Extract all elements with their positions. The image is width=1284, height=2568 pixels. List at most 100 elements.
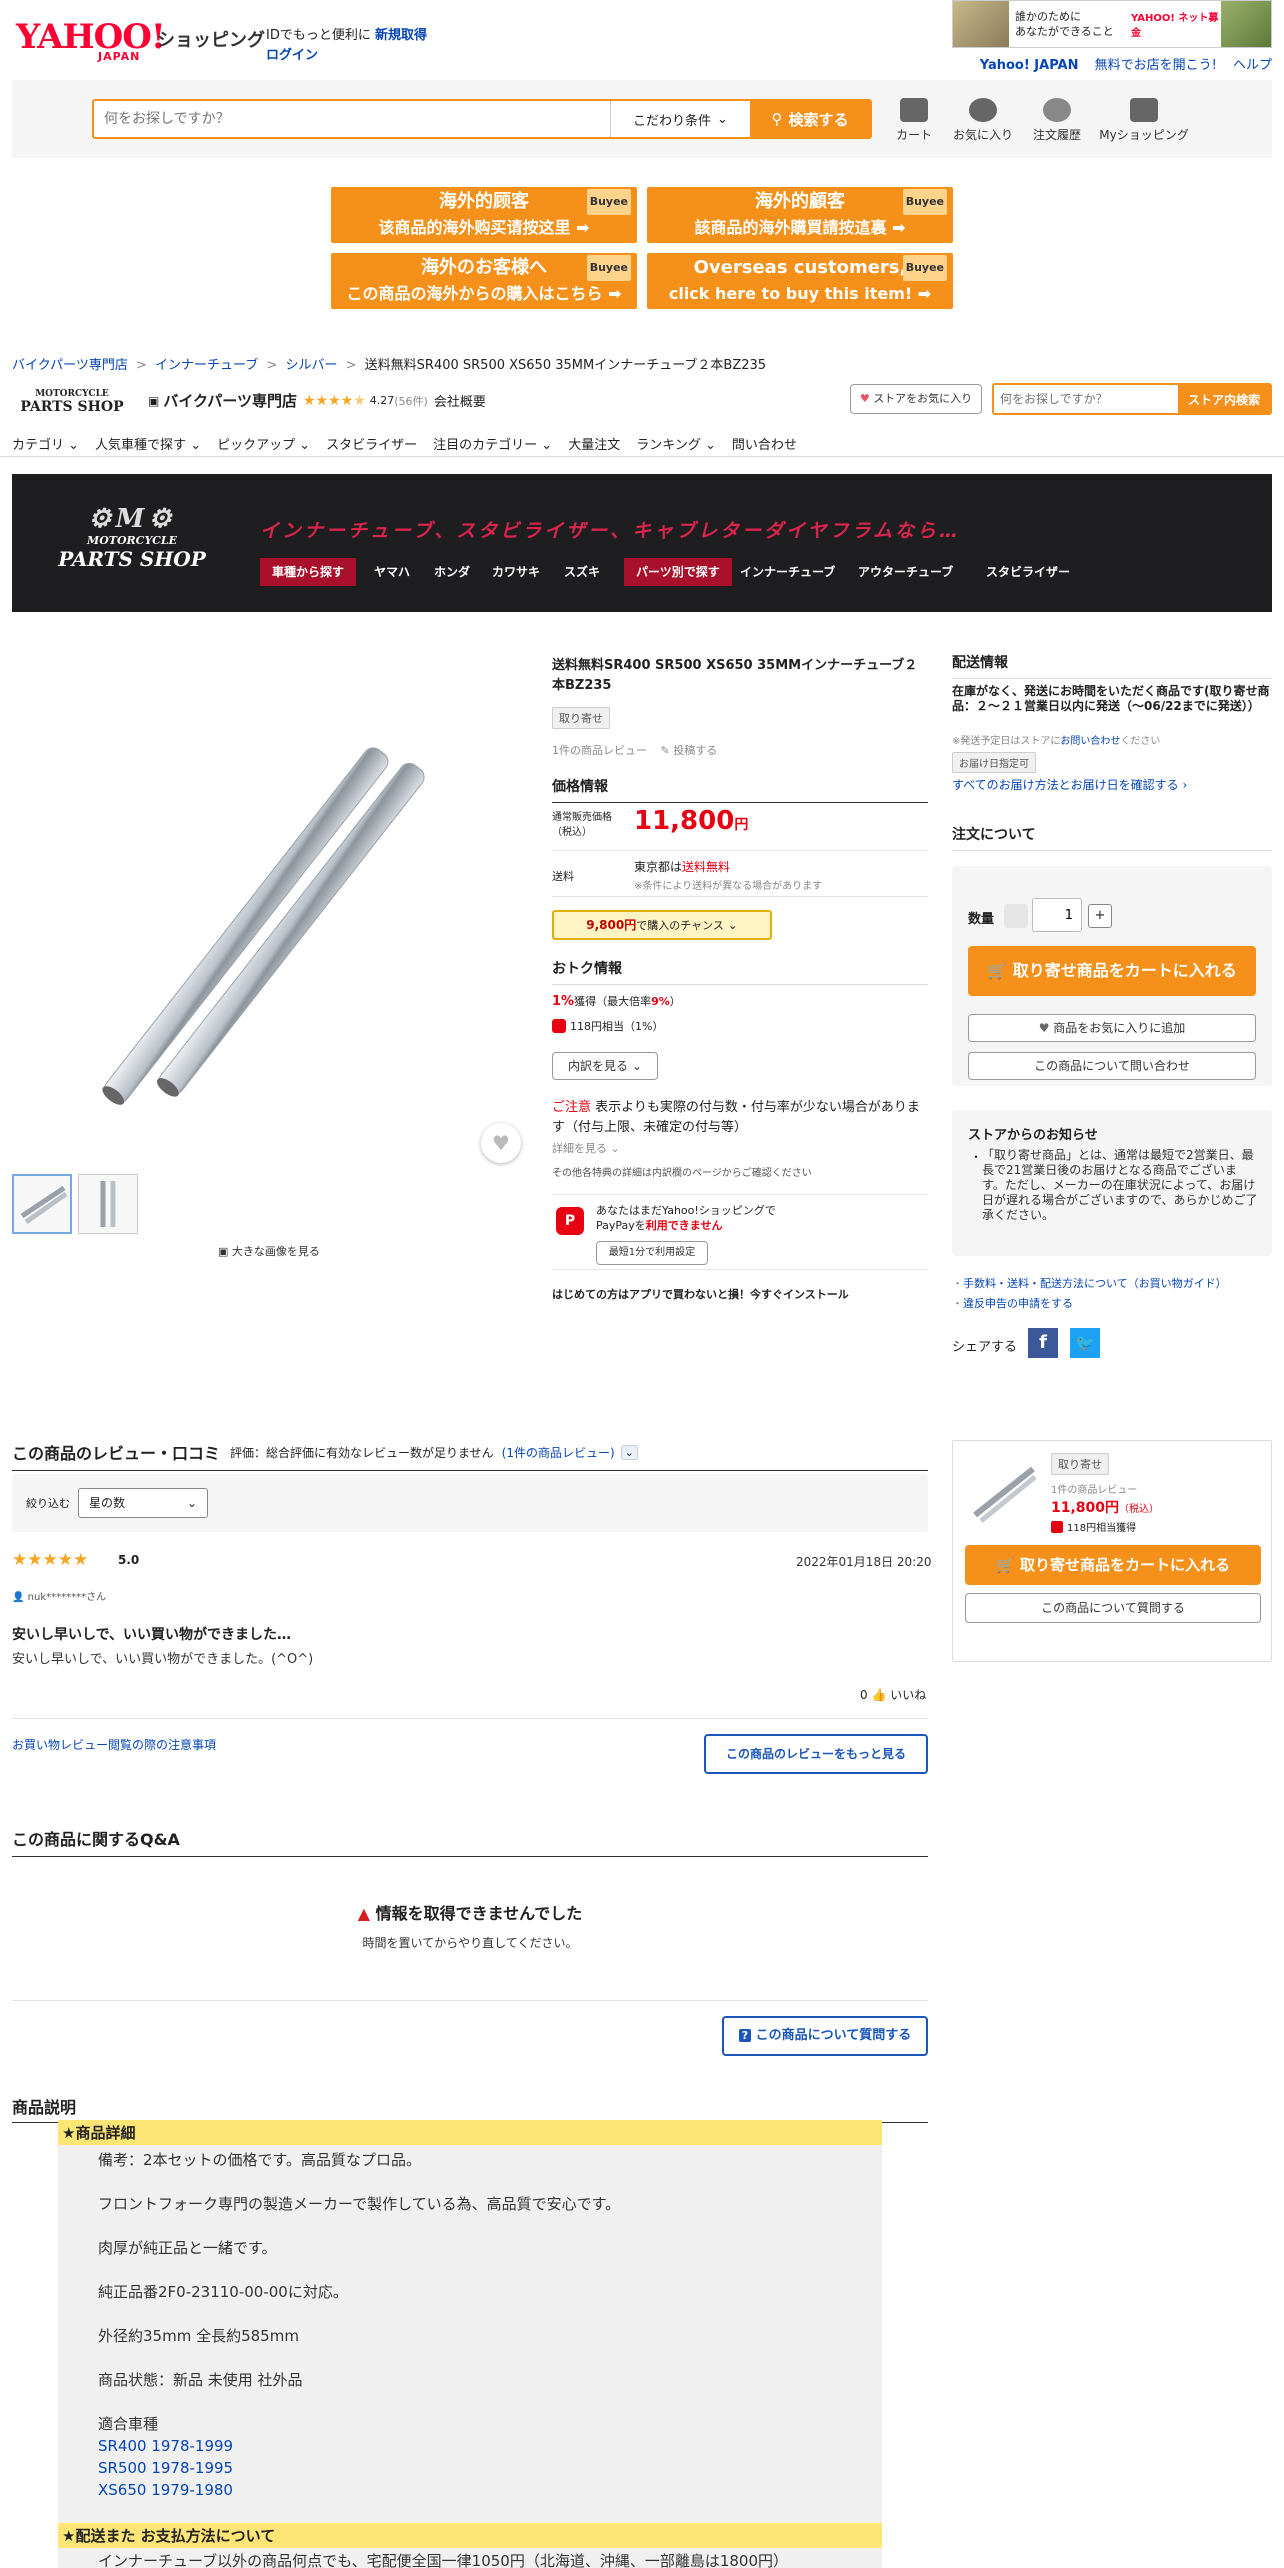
product-main-image[interactable] (12, 660, 532, 1180)
store-nav-item[interactable]: 人気車種で探す ⌄ (95, 434, 201, 453)
buyee-banner-jp[interactable]: Buyee 海外のお客様へ この商品の海外からの購入はこちら ➡ (331, 253, 637, 309)
company-overview-link[interactable]: 会社概要 (434, 391, 486, 410)
favorite-heart-button[interactable]: ♥ (481, 1123, 521, 1163)
qty-minus-button[interactable] (1004, 904, 1028, 928)
banner-tab[interactable]: スタビライザー (974, 558, 1082, 586)
description-line: 肉厚が純正品と一緒です。 (98, 2239, 277, 2257)
search-button[interactable]: ⚲ 検索する (750, 101, 870, 137)
twitter-share-button[interactable]: 🐦 (1070, 1328, 1100, 1358)
store-banner[interactable]: ⚙M⚙ MOTORCYCLE PARTS SHOP インナーチューブ、スタビライ… (12, 474, 1272, 612)
buyee-banner-en[interactable]: Buyee Overseas customers, click here to … (647, 253, 953, 309)
store-nav-item[interactable]: スタビライザー (326, 434, 417, 453)
open-store-link[interactable]: 無料でお店を開こう! (1095, 58, 1217, 73)
yahoo-japan-link[interactable]: Yahoo! JAPAN (980, 58, 1079, 73)
report-violation-link[interactable]: 違反申告の申請をする (963, 1297, 1073, 1310)
breadcrumb-item[interactable]: バイクパーツ専門店 (12, 358, 128, 373)
heart-icon: ♥ (492, 1131, 510, 1155)
order-history-button[interactable]: 注文履歴 (1020, 98, 1094, 143)
my-shopping-label: Myショッピング (1099, 128, 1189, 142)
sticky-ask-button[interactable]: この商品について質問する (965, 1593, 1261, 1623)
like-count: 0 (860, 1688, 868, 1702)
facebook-share-button[interactable]: f (1028, 1328, 1058, 1358)
detail-link[interactable]: 詳細を見る ⌄ (552, 1140, 620, 1156)
store-nav-item[interactable]: 大量注文 (568, 434, 620, 453)
chevron-down-icon[interactable]: ⌄ (620, 1444, 638, 1460)
add-to-favorites-button[interactable]: ♥ 商品をお気に入りに追加 (968, 1014, 1256, 1042)
help-link[interactable]: ヘルプ (1233, 58, 1272, 73)
breadcrumb-item[interactable]: インナーチューブ (155, 358, 258, 373)
post-review-link[interactable]: 投稿する (673, 744, 717, 757)
star-filter-select[interactable]: 星の数 ⌄ (78, 1488, 208, 1518)
buyee-banner-cn-simplified[interactable]: Buyee 海外的顾客 该商品的海外购买请按这里 ➡ (331, 187, 637, 243)
store-nav-item[interactable]: ピックアップ ⌄ (217, 434, 310, 453)
thumbnail-2[interactable] (78, 1174, 138, 1234)
chance-badge[interactable]: 9,800円で購入のチャンス ⌄ (552, 910, 772, 940)
signup-link[interactable]: 新規取得 (375, 28, 427, 43)
breadcrumb-item[interactable]: シルバー (285, 358, 337, 373)
my-shopping-button[interactable]: Myショッピング (1094, 98, 1194, 143)
model-link[interactable]: XS650 1979-1980 (98, 2479, 882, 2501)
more-reviews-button[interactable]: この商品のレビューをもっと見る (704, 1734, 928, 1774)
model-link[interactable]: SR500 1978-1995 (98, 2457, 882, 2479)
model-link[interactable]: SR400 1978-1999 (98, 2435, 882, 2457)
app-promo[interactable]: はじめての方はアプリで買わないと損！今すぐインストール (552, 1286, 849, 1302)
store-name[interactable]: バイクパーツ専門店 (163, 390, 297, 411)
banner-tab[interactable]: インナーチューブ (728, 558, 847, 586)
store-search-input[interactable] (994, 385, 1178, 413)
breadcrumb: バイクパーツ専門店 > インナーチューブ > シルバー > 送料無料SR400 … (12, 354, 766, 373)
paypay-setup-button[interactable]: 最短1分で利用設定 (596, 1241, 708, 1265)
store-nav-item[interactable]: ランキング ⌄ (636, 434, 716, 453)
qty-label: 数量 (968, 912, 995, 927)
yahoo-logo[interactable]: YAHOO! JAPAN (16, 20, 166, 64)
charity-ad-banner[interactable]: 誰かのために あなたができること YAHOO! ネット募金 (952, 0, 1272, 48)
ask-question-button[interactable]: ? この商品について質問する (722, 2016, 928, 2056)
buyee-banner-cn-traditional[interactable]: Buyee 海外的顧客 該商品的海外購買請按這裏 ➡ (647, 187, 953, 243)
add-to-cart-button[interactable]: 🛒 取り寄せ商品をカートに入れる (968, 946, 1256, 996)
breadcrumb-separator: > (266, 358, 278, 373)
chance-text: で購入のチャンス (636, 919, 724, 932)
ad-brand: YAHOO! ネット募金 (1131, 13, 1219, 39)
review-notice-link[interactable]: お買い物レビュー閲覧の際の注意事項 (12, 1736, 216, 1753)
store-icon: ▣ (148, 393, 160, 408)
buyee-tag: Buyee (902, 255, 947, 281)
favorites-button[interactable]: お気に入り (946, 98, 1020, 143)
store-favorite-button[interactable]: ♥ ストアをお気に入り (850, 384, 982, 414)
breadcrumb-separator: > (135, 358, 147, 373)
zoom-link[interactable]: ▣ 大きな画像を見る (218, 1243, 320, 1259)
store-nav-item[interactable]: カテゴリ ⌄ (12, 434, 79, 453)
breakdown-button[interactable]: 内訳を見る ⌄ (552, 1052, 658, 1080)
delivery-methods-link[interactable]: すべてのお届け方法とお届け日を確認する › (952, 776, 1187, 793)
store-rating-count: (56件) (394, 394, 428, 408)
deals-title: おトク情報 (552, 958, 928, 985)
sticky-add-to-cart-button[interactable]: 🛒 取り寄せ商品をカートに入れる (965, 1545, 1261, 1585)
store-logo[interactable]: MOTORCYCLE PARTS SHOP (12, 388, 132, 418)
paypay-logo-icon: P (556, 1207, 584, 1235)
product-inquiry-button[interactable]: この商品について問い合わせ (968, 1052, 1256, 1080)
banner-tab[interactable]: アウターチューブ (846, 558, 965, 586)
review-count-link[interactable]: 1件の商品レビュー (552, 744, 647, 757)
filter-dropdown[interactable]: こだわり条件 ⌄ (610, 101, 750, 137)
qty-plus-button[interactable]: + (1088, 904, 1112, 928)
cart-button[interactable]: カート (882, 98, 946, 143)
delivery-inquiry-link[interactable]: お問い合わせ (1060, 736, 1120, 747)
banner-tab-by-model[interactable]: 車種から探す (260, 558, 357, 586)
banner-tab[interactable]: カワサキ (480, 558, 552, 586)
qty-input[interactable] (1032, 898, 1082, 932)
like-button[interactable]: 0 👍 いいね (860, 1686, 926, 1703)
banner-tab[interactable]: スズキ (552, 558, 612, 586)
shopping-guide-link[interactable]: 手数料・送料・配送方法について（お買い物ガイド） (963, 1277, 1227, 1290)
reviews-count-link[interactable]: (1件の商品レビュー) (502, 1444, 615, 1461)
review-score: 5.0 (118, 1553, 140, 1567)
search-input[interactable] (94, 101, 610, 137)
banner-tab[interactable]: ホンダ (422, 558, 482, 586)
login-link[interactable]: ログイン (266, 44, 318, 63)
logo-shopping[interactable]: ショッピング (157, 26, 265, 52)
thumbnail-1[interactable] (12, 1174, 72, 1234)
store-nav-item[interactable]: 注目のカテゴリー ⌄ (433, 434, 552, 453)
banner-tab[interactable]: ヤマハ (362, 558, 422, 586)
add-to-favorites-label: 商品をお気に入りに追加 (1053, 1021, 1186, 1035)
order-box: 数量 + 🛒 取り寄せ商品をカートに入れる ♥ 商品をお気に入りに追加 この商品… (952, 866, 1272, 1086)
store-search-button[interactable]: ストア内検索 (1178, 385, 1270, 413)
banner-tab-by-part[interactable]: パーツ別で探す (624, 558, 732, 586)
store-nav-item[interactable]: 問い合わせ (732, 434, 797, 453)
